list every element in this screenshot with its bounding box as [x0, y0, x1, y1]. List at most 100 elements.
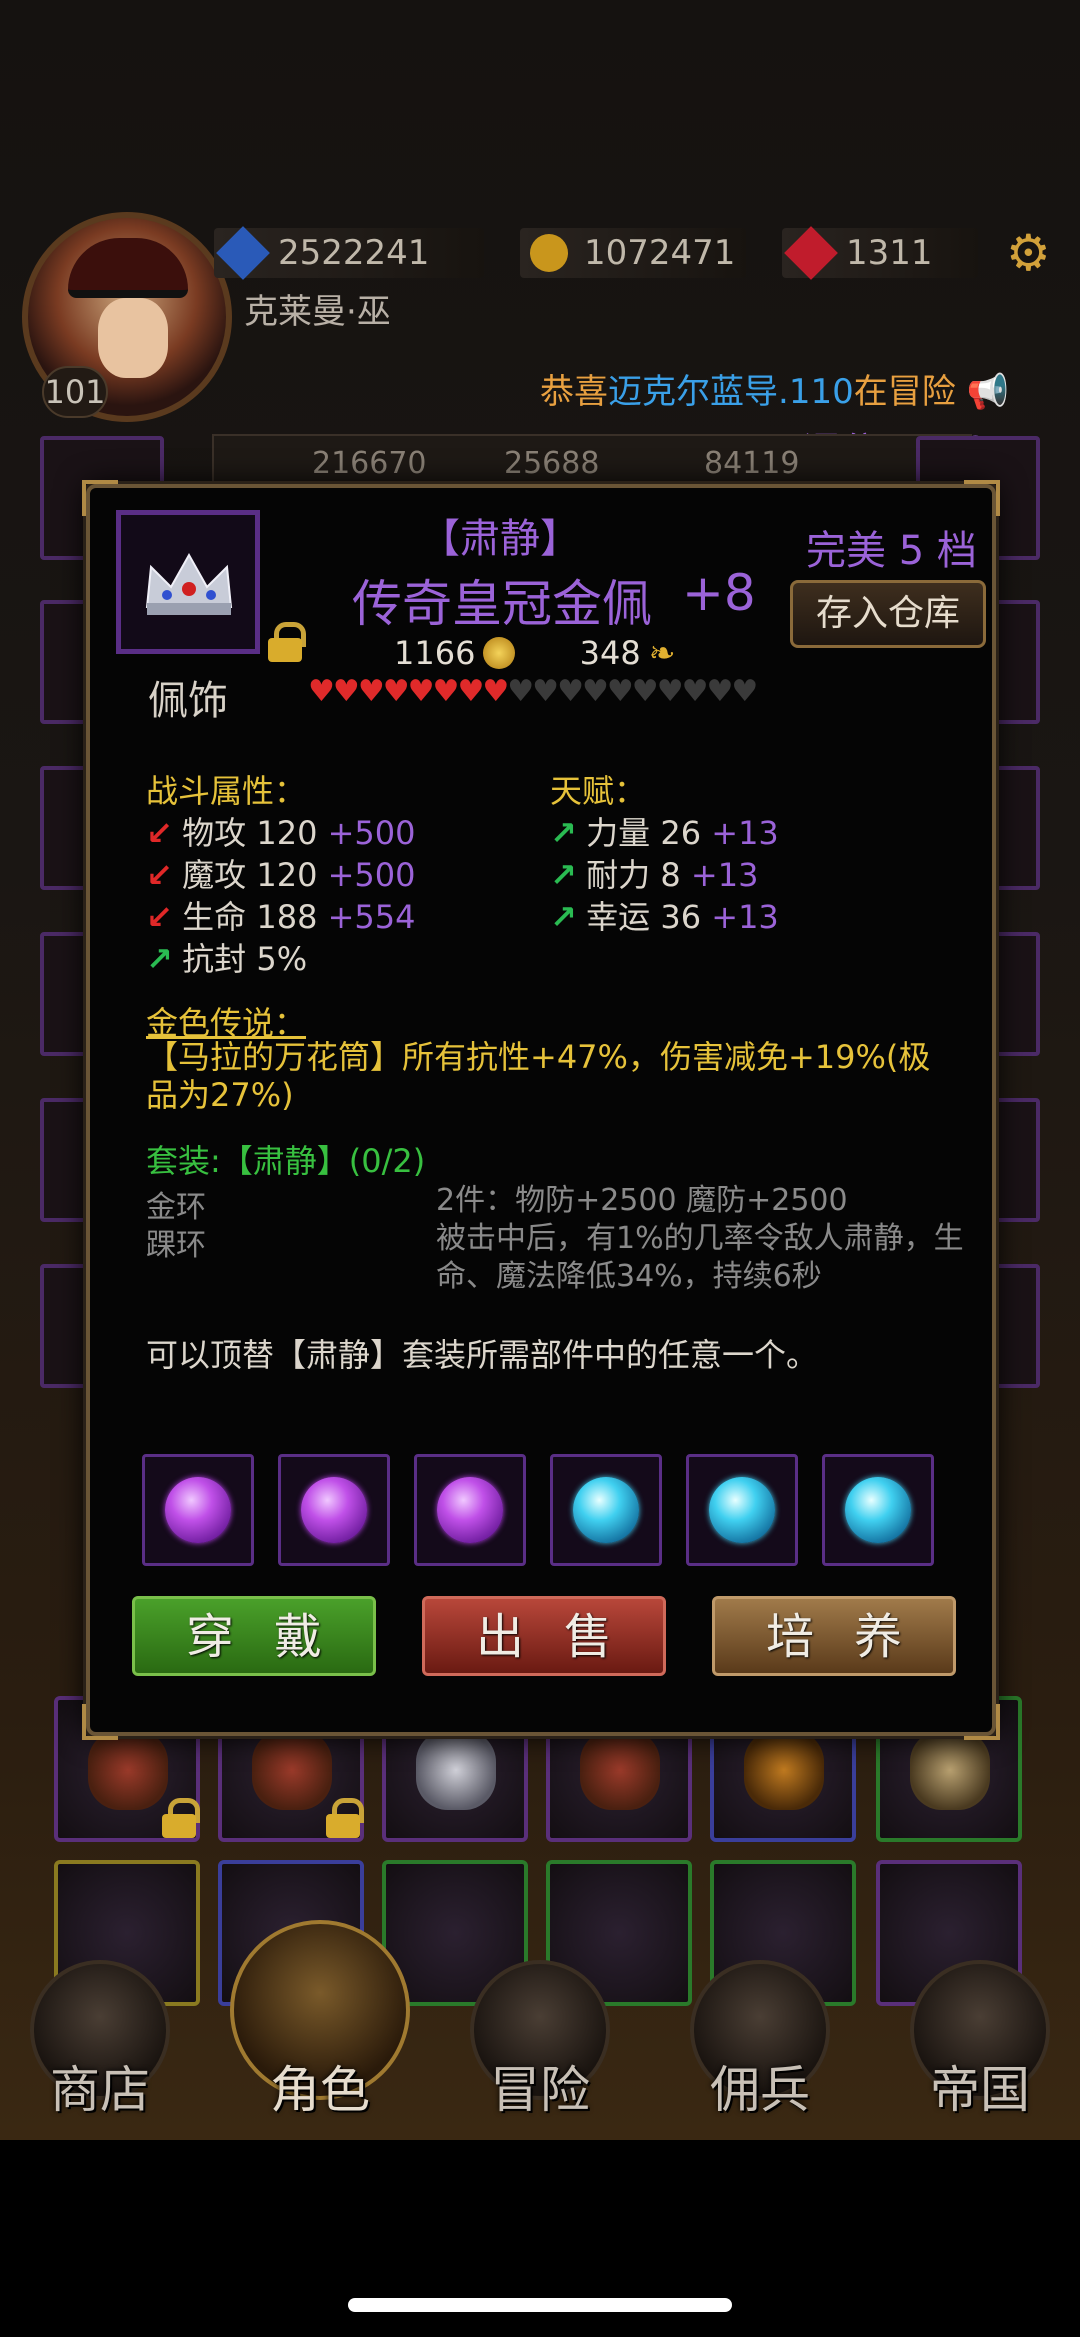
crown-icon — [141, 549, 237, 619]
arrow-down-icon: ↙ — [146, 814, 173, 852]
set-title: 【肃静】 — [420, 516, 580, 562]
player-name: 克莱曼·巫 — [244, 292, 391, 332]
stat-row: ↙ 魔攻 120 +500 — [146, 850, 416, 896]
heart-icon: ♥ — [532, 674, 559, 709]
nav-label: 帝国 — [930, 2061, 1030, 2119]
lock-icon[interactable] — [268, 622, 306, 662]
heart-icon: ♥ — [581, 674, 609, 709]
heart-icon: ♥ — [432, 674, 460, 709]
arrow-up-icon: ↗ — [146, 940, 173, 978]
arrow-up-icon: ↗ — [550, 856, 577, 894]
item-icon-frame — [116, 510, 260, 654]
heart-icon: ♥ — [557, 674, 584, 709]
lock-icon — [326, 1798, 364, 1838]
crown-icon — [416, 1730, 496, 1810]
gem-slot[interactable] — [414, 1454, 526, 1566]
lock-icon — [162, 1798, 200, 1838]
news-prefix: 恭喜 — [540, 372, 608, 412]
leaf-icon: ❧ — [648, 634, 676, 672]
diamond-counter: 2522241 — [214, 226, 484, 280]
suit-part: 踝环 — [146, 1228, 206, 1263]
quality-label: 完美 5 档 — [806, 528, 977, 574]
gem-slot[interactable] — [822, 1454, 934, 1566]
stat-bonus: +500 — [327, 814, 416, 852]
avatar-hat — [68, 238, 188, 298]
nav-character[interactable]: 角色 — [230, 1900, 410, 2120]
stat-name: 力量 26 — [576, 814, 712, 852]
nav-label: 冒险 — [490, 2061, 590, 2119]
arrow-down-icon: ↙ — [146, 856, 173, 894]
nav-adventure[interactable]: 冒险 — [450, 1900, 630, 2120]
price-gold: 1166 — [394, 634, 476, 672]
home-indicator[interactable] — [348, 2298, 732, 2312]
suit-bonus: 2件：物防+2500 魔防+2500 — [436, 1183, 848, 1218]
gear-icon[interactable]: ⚙ — [1006, 228, 1056, 278]
sell-button[interactable]: 出售 — [422, 1596, 666, 1676]
nav-label: 商店 — [50, 2061, 150, 2119]
store-in-warehouse-button[interactable]: 存入仓库 — [790, 580, 986, 648]
stat-row: ↗ 抗封 5% — [146, 934, 307, 980]
heart-icon: ♥ — [357, 674, 385, 709]
arrow-up-icon: ↗ — [550, 814, 577, 852]
combat-header: 战斗属性： — [146, 772, 307, 810]
cyan-gem-icon — [573, 1477, 639, 1543]
stat-name: 生命 188 — [172, 898, 328, 936]
nav-mercenary[interactable]: 佣兵 — [670, 1900, 850, 2120]
avatar-face — [98, 298, 168, 378]
stat-bonus: +500 — [327, 856, 416, 894]
bottom-nav: 商店 角色 冒险 佣兵 帝国 — [0, 1900, 1080, 2120]
shield-icon — [910, 1730, 990, 1810]
talent-header: 天赋： — [550, 772, 647, 810]
heart-icon: ♥ — [731, 674, 758, 709]
stat-name: 耐力 8 — [576, 856, 691, 894]
nav-shop[interactable]: 商店 — [10, 1900, 190, 2120]
wear-button[interactable]: 穿戴 — [132, 1596, 376, 1676]
suit-header: 套装:【肃静】(0/2) — [146, 1142, 426, 1180]
stat-bonus: +13 — [711, 898, 779, 936]
gem-slot[interactable] — [686, 1454, 798, 1566]
stat-name: 物攻 120 — [172, 814, 328, 852]
gem-slot[interactable] — [142, 1454, 254, 1566]
news-ticker: 恭喜迈克尔蓝导.110在冒险 📢 — [540, 364, 1009, 413]
nav-empire[interactable]: 帝国 — [890, 1900, 1070, 2120]
suit-bonus: 被击中后，有1%的几率令敌人肃静，生命、魔法降低34%，持续6秒 — [436, 1221, 964, 1294]
stat-row: ↗ 耐力 8 +13 — [550, 850, 758, 896]
heart-icon: ♥ — [631, 674, 659, 709]
legend-text: 【马拉的万花筒】所有抗性+47%，伤害减免+19%(极品为27%) — [146, 1038, 931, 1114]
news-player: 迈克尔蓝导. — [608, 372, 789, 412]
stat-name: 魔攻 120 — [172, 856, 328, 894]
stat-row: ↗ 力量 26 +13 — [550, 808, 779, 854]
heart-icon: ♥ — [681, 674, 709, 709]
purple-gem-icon — [301, 1477, 367, 1543]
emblem-icon — [744, 1730, 824, 1810]
emblem-icon — [580, 1730, 660, 1810]
emblem-icon — [88, 1730, 168, 1810]
frame-corner — [964, 1704, 1000, 1740]
gold-coin-icon — [530, 234, 568, 272]
stat-bonus: +554 — [327, 898, 416, 936]
heart-icon: ♥ — [457, 674, 484, 709]
item-name: 传奇皇冠金佩 — [352, 575, 652, 633]
stats-strip: 216670 25688 84119 — [212, 434, 972, 490]
gem-slot[interactable] — [278, 1454, 390, 1566]
cyan-gem-icon — [709, 1477, 775, 1543]
stat-bonus: +13 — [711, 814, 779, 852]
slot-type-label: 佩饰 — [148, 678, 228, 724]
gem-slot[interactable] — [550, 1454, 662, 1566]
frame-corner — [82, 1704, 118, 1740]
news-suffix: 在冒险 — [853, 372, 956, 412]
nav-label: 角色 — [270, 2061, 370, 2119]
heart-icon: ♥ — [706, 674, 734, 709]
heart-icon: ♥ — [606, 674, 634, 709]
heart-icon: ♥ — [332, 674, 360, 709]
gold-counter: 1072471 — [520, 228, 746, 278]
price-leaf: 348 — [579, 634, 641, 672]
item-prices: 1166 348 ❧ — [394, 634, 676, 672]
purple-gem-icon — [437, 1477, 503, 1543]
gold-coin-icon — [483, 637, 516, 669]
arrow-down-icon: ↙ — [146, 898, 173, 936]
train-button[interactable]: 培养 — [712, 1596, 956, 1676]
heart-icon: ♥ — [308, 674, 335, 709]
gold-value: 1072471 — [584, 233, 736, 273]
replace-note: 可以顶替【肃静】套装所需部件中的任意一个。 — [146, 1336, 819, 1374]
